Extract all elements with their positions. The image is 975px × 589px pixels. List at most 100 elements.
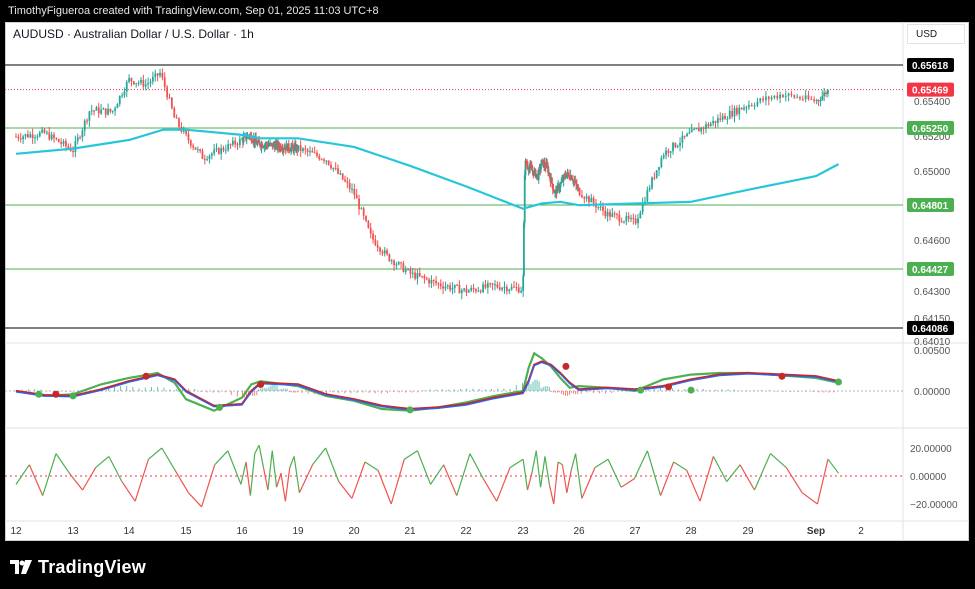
candle[interactable] [81, 128, 84, 142]
candle[interactable] [762, 95, 765, 103]
candle[interactable] [374, 235, 377, 247]
candle[interactable] [313, 146, 316, 154]
crossover-marker[interactable] [35, 390, 43, 398]
candle[interactable] [22, 134, 25, 144]
candle[interactable] [446, 283, 449, 290]
candle[interactable] [234, 137, 237, 148]
candle[interactable] [770, 95, 773, 102]
price-axis[interactable]: 0.654000.652000.650000.646000.644500.643… [907, 58, 958, 511]
candle[interactable] [19, 133, 22, 143]
candle[interactable] [740, 107, 743, 110]
candle[interactable] [520, 286, 523, 294]
candle[interactable] [578, 187, 581, 197]
candle[interactable] [142, 74, 145, 91]
crossover-marker[interactable] [257, 380, 265, 388]
candle[interactable] [784, 90, 787, 102]
candle[interactable] [707, 121, 710, 129]
candle[interactable] [311, 147, 314, 153]
candle[interactable] [318, 153, 321, 161]
moving-average-line[interactable] [15, 128, 840, 210]
crossover-marker[interactable] [778, 372, 786, 380]
candle[interactable] [236, 142, 239, 150]
candle[interactable] [637, 213, 639, 229]
candle[interactable] [799, 95, 801, 101]
candle[interactable] [724, 113, 726, 120]
candle[interactable] [655, 170, 658, 179]
crossover-marker[interactable] [142, 372, 150, 380]
candle[interactable] [756, 97, 759, 108]
candle[interactable] [609, 208, 611, 221]
candle[interactable] [175, 114, 178, 119]
candle[interactable] [597, 206, 600, 211]
candle[interactable] [180, 122, 183, 134]
candle[interactable] [372, 230, 374, 244]
candle[interactable] [348, 178, 351, 193]
candle[interactable] [439, 279, 442, 290]
candle[interactable] [517, 283, 520, 294]
candle[interactable] [130, 77, 133, 87]
candle[interactable] [118, 95, 121, 107]
candle[interactable] [681, 131, 684, 149]
candle[interactable] [93, 109, 95, 116]
candle[interactable] [323, 157, 325, 164]
candle[interactable] [128, 74, 130, 84]
candle[interactable] [444, 281, 447, 292]
candle[interactable] [731, 104, 734, 119]
candle[interactable] [325, 159, 328, 165]
candle[interactable] [776, 91, 779, 101]
candle[interactable] [388, 253, 391, 262]
candle[interactable] [416, 269, 419, 285]
candle[interactable] [821, 90, 824, 101]
candle[interactable] [43, 127, 46, 134]
crossover-marker[interactable] [637, 386, 645, 394]
candle[interactable] [135, 82, 138, 88]
candle[interactable] [679, 137, 681, 152]
candle[interactable] [346, 176, 349, 189]
candle[interactable] [358, 194, 360, 216]
candle[interactable] [409, 266, 412, 279]
crossover-marker[interactable] [665, 383, 673, 391]
candle[interactable] [353, 183, 356, 200]
candle[interactable] [125, 79, 128, 98]
candle[interactable] [111, 110, 114, 114]
candle[interactable] [369, 222, 372, 239]
candle[interactable] [721, 113, 724, 122]
candle[interactable] [421, 275, 423, 279]
candle[interactable] [709, 121, 712, 127]
candle[interactable] [501, 286, 504, 292]
candle[interactable] [217, 146, 220, 155]
level-price-tag[interactable]: 0.64801 [907, 198, 954, 212]
candle[interactable] [735, 105, 738, 117]
candle[interactable] [302, 147, 304, 154]
candle[interactable] [17, 134, 20, 142]
candle[interactable] [299, 140, 302, 157]
candle[interactable] [238, 135, 241, 149]
candle[interactable] [432, 279, 435, 287]
candle[interactable] [88, 110, 91, 127]
candle[interactable] [435, 276, 437, 286]
level-price-tag[interactable]: 0.64427 [907, 262, 954, 276]
candle[interactable] [430, 275, 433, 289]
candle[interactable] [149, 78, 152, 88]
candle[interactable] [583, 196, 586, 204]
candle[interactable] [498, 282, 501, 291]
candle[interactable] [726, 116, 729, 125]
candle[interactable] [660, 155, 663, 169]
level-price-tag[interactable]: 0.65618 [907, 58, 954, 72]
candle[interactable] [168, 93, 171, 99]
candle[interactable] [383, 247, 386, 257]
candle[interactable] [62, 139, 65, 147]
candle[interactable] [407, 267, 409, 271]
candle[interactable] [458, 280, 461, 294]
level-price-tag[interactable]: 0.65250 [907, 121, 954, 135]
candle[interactable] [676, 144, 679, 149]
candle[interactable] [773, 95, 776, 100]
level-price-tag[interactable]: 0.64086 [907, 321, 954, 335]
candle[interactable] [114, 106, 116, 116]
candle[interactable] [817, 99, 820, 106]
candle[interactable] [351, 183, 353, 194]
candle[interactable] [611, 207, 614, 218]
candle[interactable] [170, 96, 173, 110]
candle[interactable] [442, 281, 444, 295]
candle[interactable] [515, 282, 518, 292]
